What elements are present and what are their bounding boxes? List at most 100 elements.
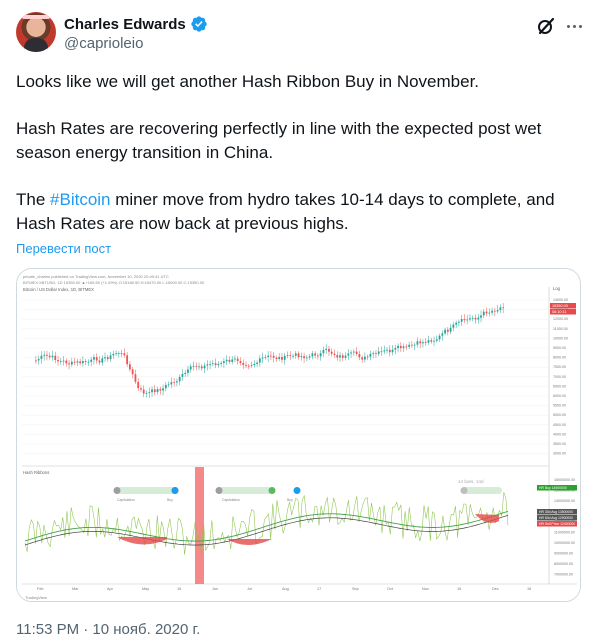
candle-body [444,329,446,334]
candle-body [297,353,300,358]
avatar[interactable] [16,12,56,52]
grok-icon[interactable] [536,16,556,36]
candle-body [278,357,281,360]
time-axis-label: Dec [492,587,499,591]
candle-body [236,358,239,362]
candle-body [391,349,394,353]
candle-body [341,355,344,358]
tweet-line-3: The #Bitcoin miner move from hydro takes… [16,188,579,236]
candle-body [37,358,40,361]
indicator-tick-label: 7000000.00 [554,573,573,577]
candle-body [140,388,142,390]
candle-body [292,355,294,357]
candle-body [231,359,234,362]
price-tick-label: 5500.00 [553,404,566,408]
candle-body [48,355,51,358]
candle-body [173,382,176,384]
more-options-icon[interactable] [563,16,585,36]
candle-body [200,366,203,369]
author-name-row[interactable]: Charles Edwards [64,15,208,33]
candle-body [184,372,187,374]
time-axis-label: 16 [527,587,531,591]
tweet-line-2: Hash Rates are recovering perfectly in l… [16,119,542,162]
candle-body [430,340,433,342]
candle-body [496,310,499,312]
price-tick-label: 4500.00 [553,423,566,427]
candle-body [148,392,151,394]
chart-symbol-line: BITMEX:XBTUSD, 1D 15350.00 ▲+165.50 (+1.… [23,280,205,285]
candle-body [151,389,153,393]
candle-body [203,365,206,369]
time-axis-label: Sep [352,587,359,591]
candle-body [386,349,388,351]
candle-body [317,355,319,357]
candle-body [361,357,364,360]
candle-body [471,317,474,319]
candle-body [469,318,471,320]
indicator-tick-label: 10000000.00 [554,541,575,545]
candle-body [347,353,350,356]
candle-body [369,353,372,357]
time-axis-label: 16 [177,587,181,591]
price-tick-label: 7500.00 [553,365,566,369]
price-tick-label: 9000.00 [553,346,566,350]
candle-body [214,363,217,366]
time-axis-labels: Feb Mar Apr May 16 Jun Jul Aug 17 Sep Oct Nov 16 Dec 1… [37,587,531,591]
candle-body [388,349,391,353]
capitulation-label: Buy [287,498,293,502]
candle-body [156,389,159,393]
indicator-badge-label: HR 60d Avg 12900000 [539,516,573,520]
indicator-tick-label: 16000000.00 [554,478,575,482]
hash-ribbon-sell-band [195,467,204,584]
candle-body [491,310,493,313]
indicator-tick-label: 9000000.00 [554,552,573,556]
candle-body [192,365,195,367]
candle-body [117,353,120,355]
candle-body [405,346,408,348]
time-axis-label: Nov [422,587,429,591]
candle-body [333,353,336,356]
candle-body [441,333,444,336]
hashtag-link[interactable]: #Bitcoin [50,190,110,209]
candle-body [502,307,505,309]
chart-header-text: private_charles published on TradingView… [23,274,169,279]
candle-body [264,356,267,358]
candle-body [93,357,95,360]
translate-link[interactable]: Перевести пост [16,241,111,256]
candle-body [40,355,43,359]
candle-body [463,319,466,321]
handle[interactable]: @caprioleio [64,35,143,52]
candle-body [270,355,272,357]
candle-body [98,360,101,363]
display-name[interactable]: Charles Edwards [64,16,186,33]
candle-body [372,353,375,355]
candle-body [397,345,399,349]
candle-body [286,355,289,357]
candle-body [209,363,211,365]
indicator-badge-label: HR Buy 14500000 [539,486,567,490]
candle-body [350,352,352,354]
candle-body [377,351,380,354]
candle-body [153,389,156,393]
candle-body [375,353,377,355]
candle-body [178,376,181,382]
timestamp[interactable]: 11:53 PM · 10 нояб. 2020 г. [16,621,200,638]
candle-body [70,361,73,365]
indicator-badge-label: HR Sell Price 12400000 [539,522,575,526]
candle-body [54,355,57,360]
candle-body [314,353,317,356]
tweet-line-3-prefix: The [16,190,51,209]
candle-body [228,359,231,362]
capitulation-label: Capitulation [222,498,240,502]
candle-body [380,351,383,353]
media-chart-image[interactable]: private_charles published on TradingView… [16,268,581,602]
candle-body [446,329,449,332]
candle-body [452,324,455,328]
candle-body [211,363,214,365]
candle-body [358,354,361,358]
candle-body [87,361,90,363]
candle-body [402,346,405,349]
candle-body [275,357,278,360]
candle-body [411,344,413,346]
candle-body [319,353,322,357]
